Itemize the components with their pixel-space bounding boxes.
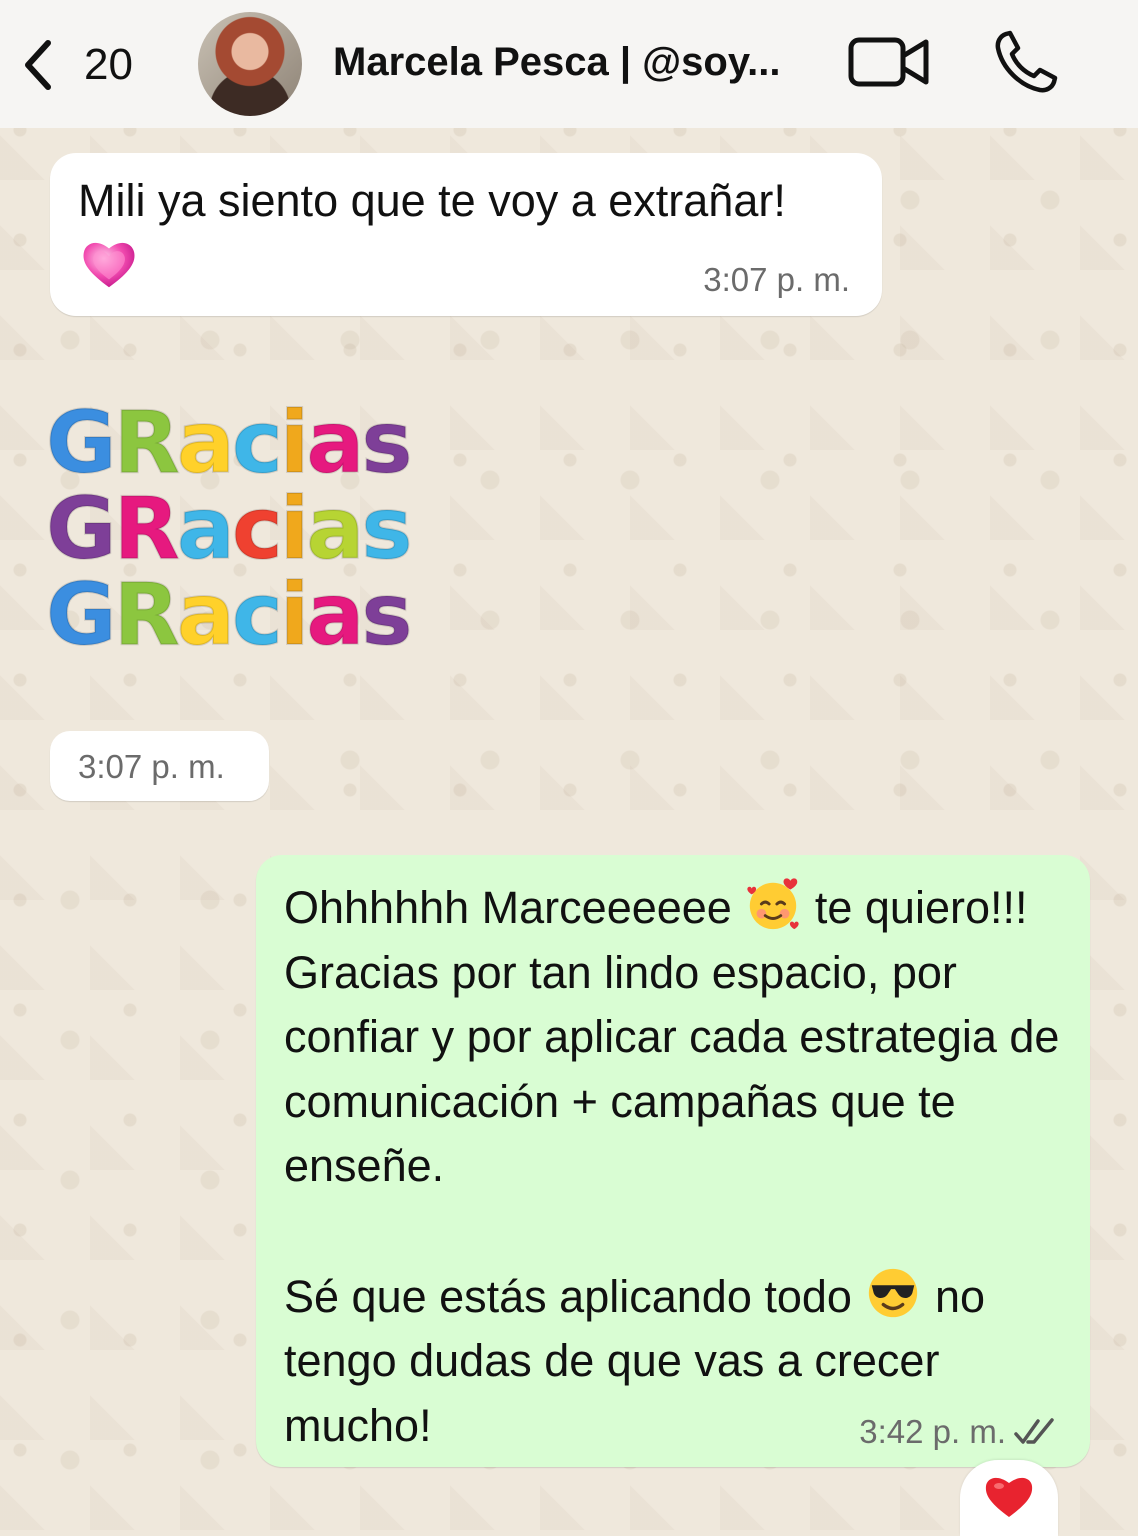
sticker-letter: G [45, 479, 118, 579]
sticker-letter: R [113, 479, 181, 579]
contact-avatar[interactable] [198, 12, 302, 116]
incoming-message-bubble[interactable]: Mili ya siento que te voy a extrañar! 3:… [50, 153, 882, 316]
message-timestamp: 3:07 p. m. [703, 261, 850, 298]
outgoing-message-bubble[interactable]: Ohhhhhh Marceeeeee te quiero!!! Gracias … [256, 855, 1090, 1467]
sticker-letter: R [113, 393, 181, 493]
smiling-face-with-sunglasses-icon [869, 1268, 918, 1317]
sticker-letter: i [279, 565, 311, 665]
message-text: Mili ya siento que te voy a extrañar! [78, 175, 786, 226]
sticker-letter: R [113, 565, 181, 665]
sticker-letter: a [176, 565, 236, 665]
double-check-icon [1014, 1418, 1054, 1444]
sticker-letter: c [231, 565, 284, 665]
sticker-line-3: GRacias [45, 565, 414, 665]
message-reaction[interactable] [960, 1460, 1058, 1536]
sticker-letter: a [176, 393, 236, 493]
sticker-letter: s [360, 565, 413, 665]
message-text-part: Ohhhhhh Marceeeeee [284, 882, 732, 933]
sticker-letter: a [305, 479, 365, 579]
unread-count: 20 [84, 40, 133, 89]
message-timestamp: 3:42 p. m. [859, 1413, 1006, 1450]
sticker-letter: a [305, 393, 365, 493]
video-call-icon[interactable] [846, 30, 932, 94]
phone-icon[interactable] [992, 28, 1060, 96]
sticker-letter: c [231, 393, 284, 493]
sticker-letter: a [305, 565, 365, 665]
sticker-letter: i [279, 393, 311, 493]
message-text-part: Sé que estás aplicando todo [284, 1270, 852, 1322]
sticker-line-2: GRacias [45, 479, 414, 579]
sticker-letter: c [231, 479, 284, 579]
gracias-sticker[interactable]: GRacias GRacias GRacias [45, 393, 428, 665]
chevron-left-icon [25, 40, 51, 90]
message-meta: 3:42 p. m. [859, 1413, 1060, 1451]
sticker-timestamp-bubble: 3:07 p. m. [50, 731, 269, 801]
pink-heart-icon [83, 242, 135, 288]
outgoing-message-text: Ohhhhhh Marceeeeee te quiero!!! Gracias … [284, 875, 1074, 1458]
red-heart-icon [985, 1477, 1033, 1517]
sticker-timestamp: 3:07 p. m. [78, 748, 225, 785]
sticker-letter: G [45, 393, 118, 493]
sticker-letter: s [360, 479, 413, 579]
smiling-face-with-hearts-icon [747, 878, 800, 930]
back-button[interactable]: 20 [18, 30, 158, 100]
chat-header: 20 Marcela Pesca | @soy... [0, 0, 1138, 128]
sticker-letter: s [360, 393, 413, 493]
sticker-letter: i [279, 479, 311, 579]
sticker-letter: G [45, 565, 118, 665]
sticker-line-1: GRacias [45, 393, 414, 493]
contact-name[interactable]: Marcela Pesca | @soy... [333, 40, 803, 90]
sticker-letter: a [176, 479, 236, 579]
